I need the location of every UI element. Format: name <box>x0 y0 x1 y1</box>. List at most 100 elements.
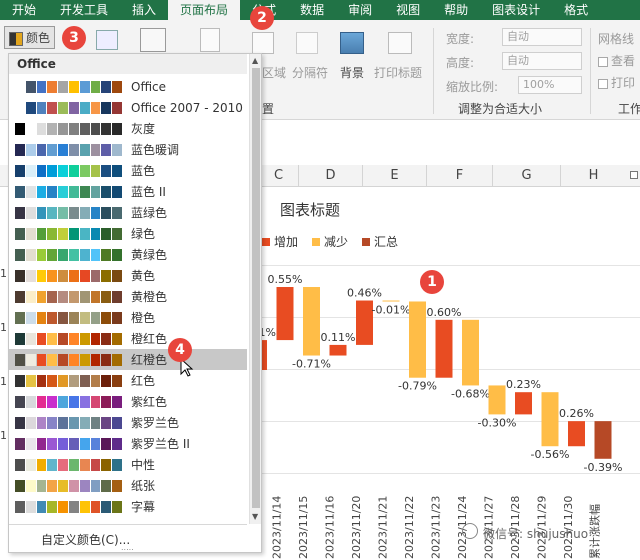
breaks-icon[interactable] <box>296 32 318 54</box>
waterfall-bar[interactable] <box>594 421 612 459</box>
color-swatch <box>101 80 112 93</box>
resize-grip[interactable]: ..... <box>121 543 134 552</box>
column-header[interactable]: D <box>298 165 362 187</box>
data-label: 0.23% <box>506 378 541 391</box>
margins-icon[interactable] <box>200 28 220 52</box>
scrollbar-thumb[interactable] <box>252 68 260 508</box>
scale-group-label: 调整为合适大小 <box>458 102 543 116</box>
tab-format[interactable]: 格式 <box>552 0 600 20</box>
gridlines-view-checkbox[interactable]: 查看 <box>598 52 635 69</box>
colors-button-label: 颜色 <box>26 31 51 45</box>
color-swatch <box>68 143 79 156</box>
color-swatch <box>36 500 47 513</box>
tab-developer[interactable]: 开发工具 <box>48 0 120 20</box>
color-scheme-item[interactable]: 蓝绿色 <box>9 202 247 223</box>
color-swatch <box>90 101 101 114</box>
color-scheme-item[interactable]: 绿色 <box>9 223 247 244</box>
breaks-button[interactable]: 分隔符 <box>292 64 328 81</box>
waterfall-bar[interactable] <box>409 301 426 378</box>
color-scheme-item[interactable]: 黄绿色 <box>9 244 247 265</box>
dropdown-scrollbar[interactable]: ▲ ▼ <box>249 54 261 524</box>
color-swatch <box>47 416 58 429</box>
colors-button[interactable]: 颜色 <box>4 26 56 49</box>
print-area-icon[interactable] <box>252 32 274 54</box>
color-swatch <box>90 332 101 345</box>
color-scheme-item[interactable]: 中性 <box>9 454 247 475</box>
color-swatch <box>58 311 68 324</box>
customize-colors-item[interactable]: 自定义颜色(C)... <box>41 531 130 548</box>
color-scheme-item[interactable]: 红橙色 <box>9 349 247 370</box>
height-select[interactable]: 自动 <box>502 52 582 70</box>
axis-category-label: 2023/11/23 <box>430 496 443 559</box>
color-swatch <box>112 101 122 114</box>
color-scheme-item[interactable]: 黄色 <box>9 265 247 286</box>
column-header[interactable]: H <box>560 165 626 187</box>
column-header[interactable]: G <box>492 165 560 187</box>
color-scheme-item[interactable]: 纸张 <box>9 475 247 496</box>
print-titles-icon[interactable] <box>388 32 412 54</box>
waterfall-bar[interactable] <box>541 392 559 447</box>
color-scheme-label: 红橙色 <box>131 353 168 367</box>
waterfall-bar[interactable] <box>488 385 506 415</box>
color-scheme-item[interactable]: 蓝色暖调 <box>9 139 247 160</box>
color-swatch <box>15 353 25 366</box>
tab-home[interactable]: 开始 <box>0 0 48 20</box>
waterfall-bar[interactable] <box>568 421 585 447</box>
background-button[interactable]: 背景 <box>340 64 364 81</box>
tab-page-layout[interactable]: 页面布局 <box>168 0 241 20</box>
column-header[interactable]: C <box>258 165 298 187</box>
callout-badge: 3 <box>62 26 86 50</box>
color-scheme-label: 蓝色 <box>131 164 156 178</box>
print-area-button[interactable]: 区域 <box>262 64 286 81</box>
waterfall-bar[interactable] <box>435 319 453 378</box>
tab-help[interactable]: 帮助 <box>432 0 480 20</box>
theme-colors-dropdown[interactable]: Office Office Office 2007 - 2010 灰度 蓝色暖调 蓝色蓝… <box>8 53 262 553</box>
color-swatch <box>90 437 101 450</box>
fonts-icon[interactable] <box>96 30 118 50</box>
color-scheme-item[interactable]: Office 2007 - 2010 <box>9 97 247 118</box>
gridlines-print-checkbox[interactable]: 打印 <box>598 74 635 91</box>
waterfall-bar[interactable] <box>462 319 479 386</box>
color-swatch <box>15 332 25 345</box>
waterfall-bar[interactable] <box>303 287 320 356</box>
tab-insert[interactable]: 插入 <box>120 0 168 20</box>
effects-icon[interactable] <box>140 28 166 52</box>
color-scheme-item[interactable]: 紫红色 <box>9 391 247 412</box>
color-scheme-item[interactable]: 紫罗兰色 <box>9 412 247 433</box>
tab-chart-design[interactable]: 图表设计 <box>480 0 552 20</box>
waterfall-bar[interactable] <box>329 344 347 356</box>
scale-input[interactable]: 100% <box>518 76 582 94</box>
waterfall-bar[interactable] <box>276 287 294 341</box>
column-header[interactable]: E <box>362 165 426 187</box>
color-swatch <box>68 122 79 135</box>
tab-review[interactable]: 审阅 <box>336 0 384 20</box>
width-select[interactable]: 自动 <box>502 28 582 46</box>
scroll-up-icon[interactable]: ▲ <box>252 56 258 65</box>
color-scheme-item[interactable]: 蓝色 II <box>9 181 247 202</box>
color-swatch <box>25 290 36 303</box>
color-scheme-item[interactable]: Office <box>9 76 247 97</box>
color-scheme-item[interactable]: 红色 <box>9 370 247 391</box>
color-scheme-item[interactable]: 黄橙色 <box>9 286 247 307</box>
chart-resize-handle[interactable] <box>630 171 638 179</box>
color-swatch <box>101 353 112 366</box>
tab-view[interactable]: 视图 <box>384 0 432 20</box>
scroll-down-icon[interactable]: ▼ <box>252 512 258 521</box>
color-scheme-item[interactable]: 橙色 <box>9 307 247 328</box>
color-scheme-item[interactable]: 字幕 <box>9 496 247 517</box>
color-swatch <box>58 458 68 471</box>
column-header[interactable]: F <box>426 165 492 187</box>
waterfall-bar[interactable] <box>356 300 373 345</box>
print-titles-button[interactable]: 打印标题 <box>374 64 422 81</box>
color-scheme-label: Office <box>131 79 167 94</box>
color-scheme-item[interactable]: 紫罗兰色 II <box>9 433 247 454</box>
waterfall-bar[interactable] <box>515 392 532 415</box>
color-scheme-item[interactable]: 灰度 <box>9 118 247 139</box>
background-icon[interactable] <box>340 32 364 54</box>
color-scheme-item[interactable]: 蓝色 <box>9 160 247 181</box>
color-scheme-item[interactable]: 橙红色 <box>9 328 247 349</box>
color-swatch <box>112 416 122 429</box>
color-swatch <box>79 80 90 93</box>
tab-data[interactable]: 数据 <box>288 0 336 20</box>
waterfall-bar[interactable] <box>382 300 400 302</box>
